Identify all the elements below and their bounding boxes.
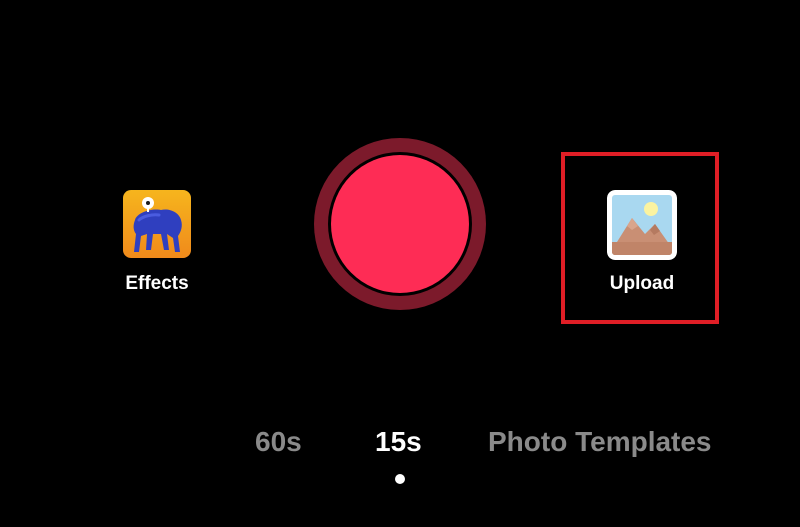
upload-label: Upload [609,273,675,294]
selected-mode-indicator [395,474,405,484]
effects-icon [123,190,191,258]
image-gallery-icon [607,190,677,260]
record-button[interactable] [314,138,486,310]
record-button-core [331,155,469,293]
mode-15s[interactable]: 15s [375,424,422,460]
effects-button[interactable]: Effects [108,188,206,300]
effects-label: Effects [125,273,189,294]
record-button-gap [328,152,472,296]
mode-photo-templates[interactable]: Photo Templates [488,424,712,460]
upload-button[interactable]: Upload [583,188,701,300]
mode-60s[interactable]: 60s [255,424,302,460]
capture-mode-selector: 60s 15s Photo Templates [0,424,800,464]
